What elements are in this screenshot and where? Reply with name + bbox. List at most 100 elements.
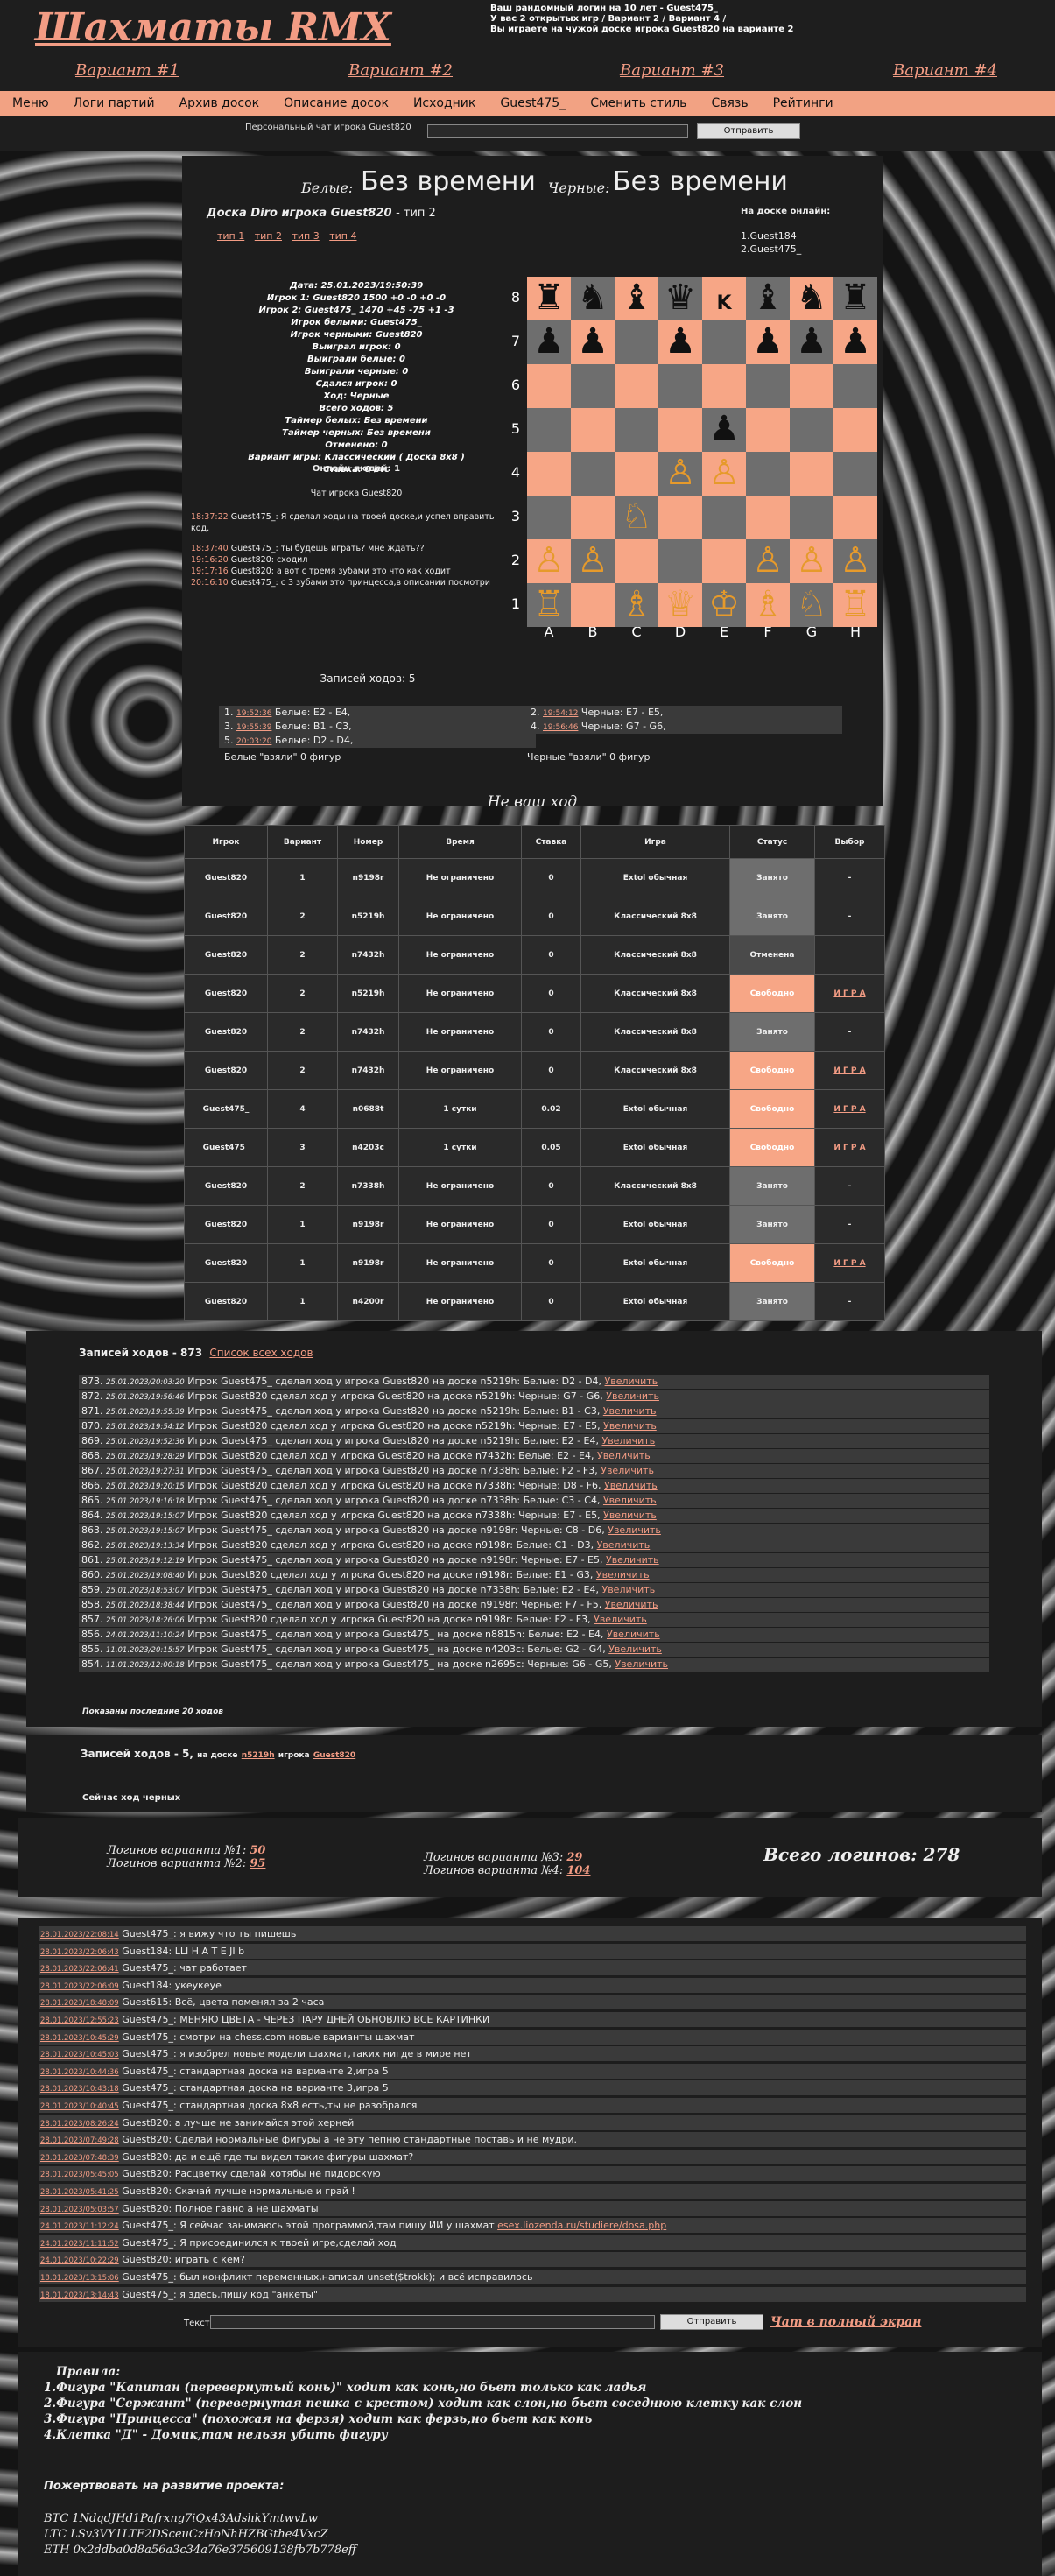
zoom-link[interactable]: Увеличить — [608, 1643, 662, 1655]
board-square[interactable] — [615, 408, 658, 452]
chess-piece[interactable]: ♟ — [708, 409, 740, 449]
menu-item-2[interactable]: Архив досок — [167, 96, 272, 110]
menu-item-0[interactable]: Меню — [0, 96, 61, 110]
board-square[interactable] — [571, 452, 615, 496]
board-square[interactable]: ♔ — [702, 583, 746, 627]
chess-piece[interactable]: ♛ — [665, 278, 696, 318]
move-time[interactable]: 19:52:36 — [236, 709, 271, 718]
board-square[interactable]: ♖ — [833, 583, 877, 627]
zoom-link[interactable]: Увеличить — [608, 1524, 661, 1536]
chess-piece[interactable]: ♘ — [796, 584, 827, 624]
chat-date[interactable]: 28.01.2023/08:26:24 — [40, 2120, 119, 2129]
chat-fullscreen-link[interactable]: Чат в полный экран — [770, 2315, 921, 2329]
board-square[interactable] — [658, 496, 702, 539]
menu-item-8[interactable]: Рейтинги — [761, 96, 846, 110]
board-square[interactable] — [702, 320, 746, 364]
chess-piece[interactable]: ♖ — [840, 584, 871, 624]
chess-piece[interactable]: ♟ — [752, 321, 784, 362]
private-chat-send-button[interactable]: Отправить — [697, 123, 800, 139]
board-square[interactable] — [615, 452, 658, 496]
board-square[interactable] — [746, 364, 790, 408]
board-square[interactable] — [833, 408, 877, 452]
board-square[interactable]: ♗ — [746, 583, 790, 627]
menu-item-4[interactable]: Исходник — [401, 96, 488, 110]
board-square[interactable] — [833, 496, 877, 539]
menu-item-1[interactable]: Логи партий — [61, 96, 167, 110]
chat-date[interactable]: 28.01.2023/10:45:03 — [40, 2051, 119, 2059]
board-square[interactable] — [615, 320, 658, 364]
board-square[interactable] — [658, 364, 702, 408]
chess-piece[interactable]: ♟ — [796, 321, 827, 362]
board-chat-time[interactable]: 19:17:16 — [191, 567, 229, 576]
board-square[interactable]: ♖ — [527, 583, 571, 627]
chat-date[interactable]: 28.01.2023/10:44:36 — [40, 2068, 119, 2077]
board-square[interactable]: ♞ — [571, 277, 615, 320]
chess-piece[interactable]: ♙ — [840, 540, 871, 581]
board-square[interactable]: K — [702, 277, 746, 320]
board-chat-time[interactable]: 18:37:22 — [191, 512, 229, 522]
chess-piece[interactable]: K — [716, 292, 731, 314]
zoom-link[interactable]: Увеличить — [604, 1480, 658, 1491]
variant-3-link[interactable]: Вариант #3 — [620, 61, 724, 80]
zoom-link[interactable]: Увеличить — [615, 1658, 668, 1670]
chess-piece[interactable]: ♙ — [796, 540, 827, 581]
zoom-link[interactable]: Увеличить — [603, 1510, 657, 1521]
board-square[interactable]: ♙ — [746, 539, 790, 583]
chat-date[interactable]: 28.01.2023/10:43:18 — [40, 2085, 119, 2094]
board-square[interactable]: ♝ — [746, 277, 790, 320]
stat-v1-value[interactable]: 50 — [250, 1844, 265, 1857]
board-square[interactable]: ♟ — [527, 320, 571, 364]
board-square[interactable]: ♘ — [615, 496, 658, 539]
chat-input[interactable] — [210, 2315, 655, 2329]
site-logo[interactable]: Шахматы RMX — [35, 5, 391, 50]
board-square[interactable] — [527, 496, 571, 539]
zoom-link[interactable]: Увеличить — [605, 1376, 658, 1387]
board-square[interactable] — [790, 408, 833, 452]
chat-date[interactable]: 28.01.2023/22:06:09 — [40, 1982, 119, 1991]
zoom-link[interactable]: Увеличить — [603, 1405, 657, 1417]
chess-piece[interactable]: ♔ — [708, 584, 740, 624]
chess-piece[interactable]: ♙ — [533, 540, 565, 581]
stat-v2-value[interactable]: 95 — [250, 1857, 265, 1870]
board-square[interactable]: ♛ — [658, 277, 702, 320]
chess-piece[interactable]: ♙ — [752, 540, 784, 581]
chat-date[interactable]: 18.01.2023/13:14:43 — [40, 2291, 119, 2300]
chat-date[interactable]: 28.01.2023/10:45:29 — [40, 2034, 119, 2043]
board-square[interactable]: ♙ — [833, 539, 877, 583]
board-square[interactable] — [658, 539, 702, 583]
board-square[interactable]: ♟ — [790, 320, 833, 364]
board-square[interactable] — [571, 496, 615, 539]
board-square[interactable]: ♙ — [702, 452, 746, 496]
chat-date[interactable]: 24.01.2023/10:22:29 — [40, 2256, 119, 2265]
chat-date[interactable]: 28.01.2023/22:06:41 — [40, 1965, 119, 1974]
type-2-link[interactable]: тип 2 — [255, 230, 282, 242]
zoom-link[interactable]: Увеличить — [606, 1554, 659, 1566]
board-square[interactable] — [527, 408, 571, 452]
chat-date[interactable]: 24.01.2023/11:11:52 — [40, 2240, 119, 2249]
zoom-link[interactable]: Увеличить — [603, 1420, 657, 1432]
zoom-link[interactable]: Увеличить — [606, 1390, 659, 1402]
board-square[interactable]: ♟ — [746, 320, 790, 364]
board-square[interactable] — [833, 364, 877, 408]
chat-date[interactable]: 28.01.2023/07:48:39 — [40, 2154, 119, 2163]
board-square[interactable]: ♙ — [658, 452, 702, 496]
chess-piece[interactable]: ♜ — [840, 278, 871, 318]
chat-date[interactable]: 28.01.2023/10:40:45 — [40, 2102, 119, 2111]
chat-link[interactable]: esex.liozenda.ru/studiere/dosa.php — [497, 2220, 666, 2231]
type-1-link[interactable]: тип 1 — [217, 230, 244, 242]
move-time[interactable]: 20:03:20 — [236, 737, 271, 746]
zoom-link[interactable]: Увеличить — [597, 1539, 651, 1551]
menu-item-5[interactable]: Guest475_ — [488, 96, 578, 110]
zoom-link[interactable]: Увеличить — [602, 1584, 656, 1595]
chess-piece[interactable]: ♙ — [708, 453, 740, 493]
board-square[interactable] — [790, 452, 833, 496]
board-square[interactable] — [746, 496, 790, 539]
type-4-link[interactable]: тип 4 — [329, 230, 356, 242]
board-chat-time[interactable]: 19:16:20 — [191, 555, 229, 565]
board-square[interactable]: ♜ — [527, 277, 571, 320]
board-square[interactable] — [702, 539, 746, 583]
move-time[interactable]: 19:56:46 — [543, 723, 578, 732]
chess-piece[interactable]: ♗ — [621, 584, 652, 624]
board-square[interactable]: ♟ — [833, 320, 877, 364]
zoom-link[interactable]: Увеличить — [596, 1569, 650, 1580]
